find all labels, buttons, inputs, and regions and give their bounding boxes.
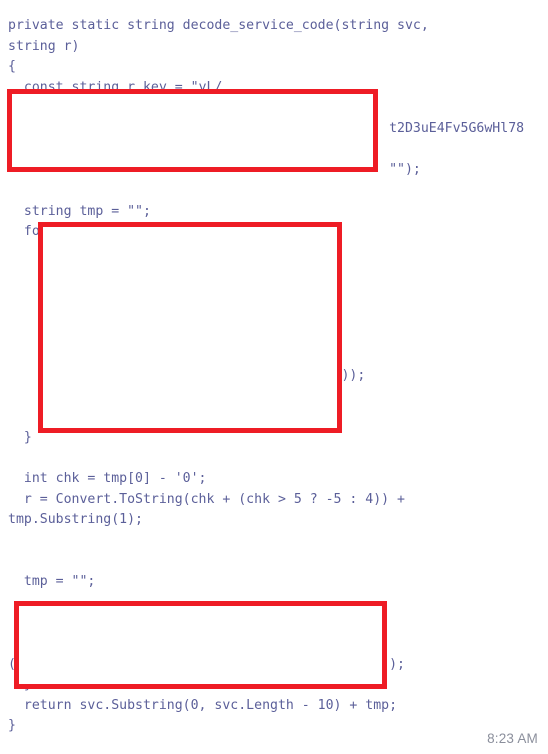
- code-line: r = Convert.ToString(chk + (chk > 5 ? -5…: [8, 491, 405, 507]
- code-line: private static string decode_service_cod…: [8, 18, 429, 34]
- code-line: int chk = tmp[0] - '0';: [8, 471, 207, 487]
- redaction-box-final-loop: [14, 601, 387, 689]
- code-line: string r): [8, 38, 80, 54]
- redaction-box-loop-body: [38, 222, 342, 433]
- code-snippet-surface: private static string decode_service_cod…: [0, 0, 548, 754]
- code-line: return svc.Substring(0, svc.Length - 10)…: [8, 697, 398, 713]
- code-line: {: [8, 59, 16, 75]
- redaction-box-key: [7, 89, 378, 172]
- message-timestamp: 8:23 AM: [487, 731, 538, 746]
- code-line: string tmp = "";: [8, 203, 151, 219]
- code-line: }: [8, 430, 32, 446]
- code-line: tmp = "";: [8, 574, 96, 590]
- code-line: }: [8, 718, 16, 734]
- code-line: tmp.Substring(1);: [8, 512, 143, 528]
